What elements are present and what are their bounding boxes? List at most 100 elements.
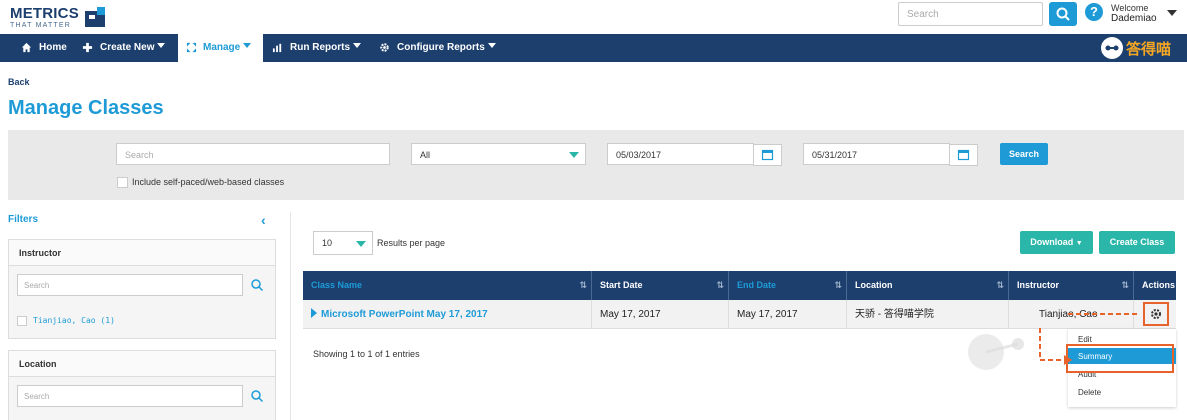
self-paced-checkbox-label: Include self-paced/web-based classes xyxy=(132,177,285,187)
column-header-class-name[interactable]: Class Name ⇅ xyxy=(303,271,592,300)
filters-title: Filters xyxy=(8,214,39,225)
home-icon xyxy=(21,42,32,53)
chevron-down-icon xyxy=(356,241,366,247)
class-name-link[interactable]: Microsoft PowerPoint May 17, 2017 xyxy=(321,309,488,320)
chart-icon xyxy=(272,43,282,53)
nav-run-reports[interactable]: Run Reports xyxy=(263,34,368,62)
start-date-calendar-button[interactable] xyxy=(753,144,782,166)
end-date-calendar-button[interactable] xyxy=(949,144,978,166)
caret-down-icon xyxy=(353,43,361,48)
top-header: METRICS THAT MATTER Search ? Welcome Dad… xyxy=(0,0,1187,34)
caret-down-icon xyxy=(157,43,166,48)
caret-down-icon xyxy=(487,43,496,48)
results-per-page-value: 10 xyxy=(322,238,333,248)
logo[interactable]: METRICS THAT MATTER xyxy=(10,5,105,30)
column-header-label: Location xyxy=(855,280,893,290)
end-date-input[interactable]: 05/31/2017 xyxy=(803,143,978,166)
self-paced-checkbox[interactable] xyxy=(117,177,128,188)
column-header-label: Instructor xyxy=(1017,280,1060,290)
user-dropdown-caret-icon[interactable] xyxy=(1167,10,1177,16)
status-select[interactable]: All xyxy=(411,143,586,165)
nav-manage[interactable]: Manage xyxy=(178,34,263,62)
collapse-filters-icon[interactable]: ‹ xyxy=(261,212,266,228)
table-row: Microsoft PowerPoint May 17, 2017 May 17… xyxy=(303,300,1176,329)
logo-subtitle: THAT MATTER xyxy=(10,22,72,29)
start-date-input[interactable]: 05/03/2017 xyxy=(607,143,782,166)
back-link[interactable]: Back xyxy=(8,77,30,87)
nav-configure-reports[interactable]: Configure Reports xyxy=(368,34,498,62)
nav-home-label: Home xyxy=(39,42,67,53)
class-filter-bar: Search All 05/03/2017 05/31/2017 Search … xyxy=(8,130,1184,200)
results-per-page-label: Results per page xyxy=(377,238,446,248)
content-divider xyxy=(290,212,291,420)
nav-home[interactable]: Home xyxy=(0,34,73,62)
column-header-start-date[interactable]: Start Date ⇅ xyxy=(592,271,729,300)
filter-search-button[interactable]: Search xyxy=(1000,143,1048,165)
sort-icon: ⇅ xyxy=(834,280,842,290)
column-header-end-date[interactable]: End Date ⇅ xyxy=(729,271,847,300)
search-icon[interactable] xyxy=(250,389,264,403)
sort-icon: ⇅ xyxy=(579,280,587,290)
help-icon[interactable]: ? xyxy=(1085,3,1103,21)
chevron-down-icon xyxy=(569,152,579,158)
download-button[interactable]: Download ▼ xyxy=(1020,231,1093,254)
location-cell: 天骄 - 答得喵学院 xyxy=(847,300,1009,329)
expand-row-icon[interactable] xyxy=(311,308,317,318)
cat-logo-icon xyxy=(1101,37,1123,59)
instructor-panel-title: Instructor xyxy=(9,240,275,266)
logo-mark-icon xyxy=(85,7,105,27)
nav-run-reports-label: Run Reports xyxy=(290,42,350,53)
download-button-label: Download xyxy=(1030,237,1074,247)
plus-icon xyxy=(82,42,93,53)
search-icon[interactable] xyxy=(250,278,264,292)
start-date-cell: May 17, 2017 xyxy=(592,300,729,329)
nav-configure-reports-label: Configure Reports xyxy=(397,42,485,53)
instructor-option-label[interactable]: Tianjiao, Cao (1) xyxy=(33,316,115,325)
column-header-label: Start Date xyxy=(600,280,643,290)
gear-icon xyxy=(1151,309,1161,319)
user-menu[interactable]: Welcome Dademiao xyxy=(1111,3,1157,24)
nav-create-new-label: Create New xyxy=(100,42,155,53)
search-icon xyxy=(1056,7,1070,21)
welcome-label: Welcome xyxy=(1111,3,1149,13)
column-header-label: Class Name xyxy=(311,280,363,290)
gear-icon xyxy=(380,43,389,52)
user-name: Dademiao xyxy=(1111,13,1157,24)
arrows-icon xyxy=(186,42,197,53)
sort-icon: ⇅ xyxy=(716,280,724,290)
sort-icon: ⇅ xyxy=(1121,280,1129,290)
end-date-cell: May 17, 2017 xyxy=(729,300,847,329)
create-class-button[interactable]: Create Class xyxy=(1099,231,1175,254)
nav-manage-label: Manage xyxy=(203,42,241,53)
status-select-value: All xyxy=(420,150,431,160)
caret-down-icon xyxy=(243,43,252,48)
page-title: Manage Classes xyxy=(8,97,164,119)
summary-highlight-annotation xyxy=(1066,344,1174,373)
header-search-button[interactable] xyxy=(1049,2,1077,26)
start-date-value: 05/03/2017 xyxy=(616,150,662,160)
main-nav: Home Create New Manage Run Reports Confi… xyxy=(0,34,1187,62)
column-header-instructor[interactable]: Instructor ⇅ xyxy=(1009,271,1134,300)
menu-item-delete[interactable]: Delete xyxy=(1068,384,1176,400)
calendar-icon xyxy=(761,149,774,161)
nav-create-new[interactable]: Create New xyxy=(73,34,178,62)
column-header-location[interactable]: Location ⇅ xyxy=(847,271,1009,300)
location-panel-title: Location xyxy=(9,351,275,377)
instructor-search-input[interactable]: Search xyxy=(17,274,243,296)
results-per-page-select[interactable]: 10 xyxy=(313,231,373,255)
header-search-input[interactable]: Search xyxy=(898,2,1043,26)
row-actions-button[interactable] xyxy=(1143,302,1169,326)
table-entries-info: Showing 1 to 1 of 1 entries xyxy=(313,349,420,359)
class-search-input[interactable]: Search xyxy=(116,143,390,165)
location-search-input[interactable]: Search xyxy=(17,385,243,407)
brand-watermark: 答得喵 xyxy=(1100,36,1171,60)
column-header-label: Actions xyxy=(1142,280,1176,290)
class-name-cell[interactable]: Microsoft PowerPoint May 17, 2017 xyxy=(303,300,592,329)
brand-text: 答得喵 xyxy=(1126,41,1172,58)
instructor-option-checkbox[interactable] xyxy=(17,316,27,326)
column-header-actions: Actions xyxy=(1134,271,1176,300)
logo-title: METRICS xyxy=(10,5,79,22)
instructor-cell: Tianjiao, Cao xyxy=(1009,300,1134,329)
calendar-icon xyxy=(957,149,970,161)
caret-down-icon: ▼ xyxy=(1075,240,1083,247)
